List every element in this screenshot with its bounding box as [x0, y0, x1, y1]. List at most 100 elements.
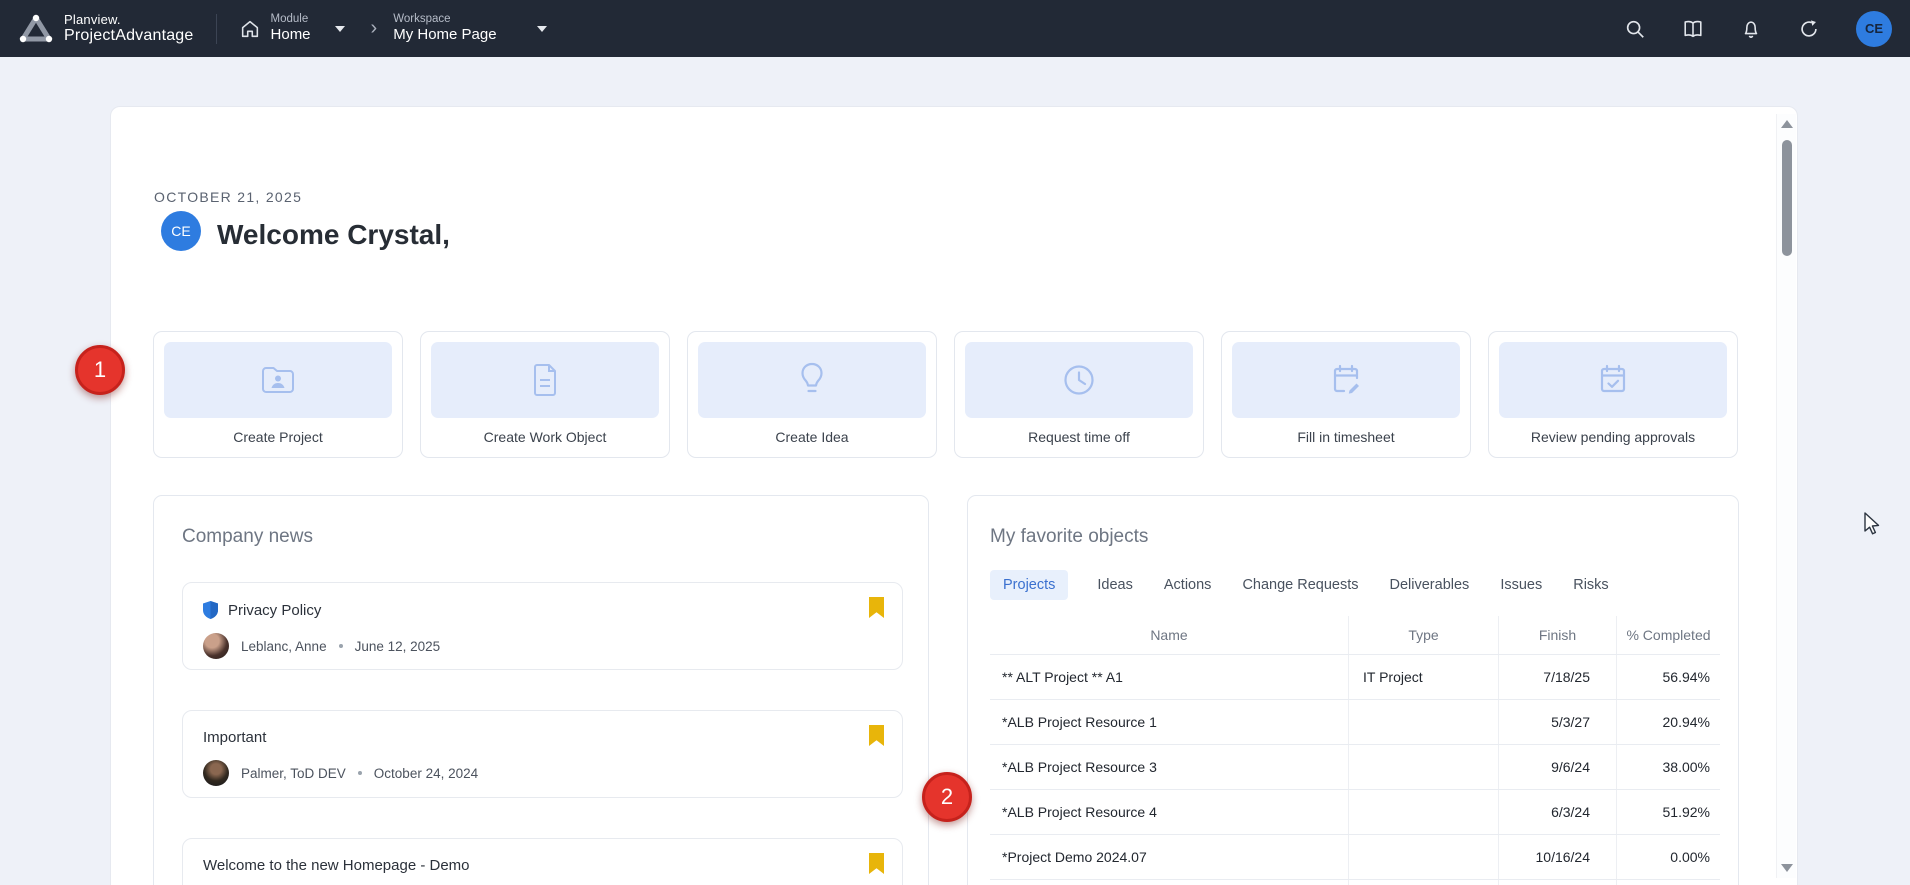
clock-icon: [1061, 362, 1097, 398]
quick-action-request-time-off[interactable]: Request time off: [954, 331, 1204, 458]
cell-finish: 9/6/24: [1498, 745, 1616, 789]
brand-name-line1: Planview.: [64, 13, 194, 27]
table-row[interactable]: *ALB Project Resource 1 5/3/27 20.94%: [990, 699, 1720, 744]
brand-name-line2: ProjectAdvantage: [64, 27, 194, 45]
book-icon[interactable]: [1682, 18, 1704, 40]
page-title: Welcome Crystal,: [217, 219, 450, 251]
favorites-title: My favorite objects: [990, 526, 1716, 548]
breadcrumb-separator-icon: ›: [371, 17, 378, 40]
cell-name[interactable]: *ALB Project Resource 3: [990, 745, 1348, 789]
tab-risks[interactable]: Risks: [1571, 570, 1610, 600]
search-icon[interactable]: [1624, 18, 1646, 40]
planview-logo[interactable]: Planview. ProjectAdvantage: [18, 13, 194, 45]
vertical-scrollbar[interactable]: [1776, 114, 1796, 878]
current-date: OCTOBER 21, 2025: [154, 189, 302, 205]
cell-name[interactable]: *ALB Project Resource 4: [990, 790, 1348, 834]
quick-action-create-work-object[interactable]: Create Work Object: [420, 331, 670, 458]
cell-type: Project 1: [1348, 880, 1498, 885]
planview-triangle-logo-icon: [18, 13, 54, 45]
bookmark-icon[interactable]: [869, 725, 884, 746]
cell-name[interactable]: Agile 02: [990, 880, 1348, 885]
cell-type: [1348, 835, 1498, 879]
tab-projects[interactable]: Projects: [990, 570, 1068, 600]
column-header-finish[interactable]: Finish: [1498, 616, 1616, 654]
cell-name[interactable]: *ALB Project Resource 1: [990, 700, 1348, 744]
news-item-author: Leblanc, Anne: [241, 639, 327, 654]
cell-name[interactable]: *Project Demo 2024.07: [990, 835, 1348, 879]
cell-finish: 6/3/24: [1498, 790, 1616, 834]
module-label: Module: [271, 13, 311, 26]
quick-action-label: Request time off: [965, 429, 1193, 445]
tab-actions[interactable]: Actions: [1162, 570, 1214, 600]
cell-type: [1348, 745, 1498, 789]
quick-action-create-idea[interactable]: Create Idea: [687, 331, 937, 458]
quick-action-label: Create Work Object: [431, 429, 659, 445]
quick-action-label: Review pending approvals: [1499, 429, 1727, 445]
topbar-divider: [216, 14, 217, 44]
table-row[interactable]: Agile 02 Project 1 8/2/24 10.13%: [990, 879, 1720, 885]
quick-action-fill-in-timesheet[interactable]: Fill in timesheet: [1221, 331, 1471, 458]
news-item-title: Welcome to the new Homepage - Demo: [203, 857, 470, 874]
scrollbar-thumb[interactable]: [1782, 140, 1792, 256]
tab-deliverables[interactable]: Deliverables: [1388, 570, 1472, 600]
meta-dot-separator: [339, 644, 343, 648]
news-item-date: June 12, 2025: [355, 639, 441, 654]
home-page-content-card: OCTOBER 21, 2025 CE Welcome Crystal, Cre…: [110, 106, 1798, 885]
mouse-cursor-icon: [1862, 512, 1886, 538]
workspace-value: My Home Page: [393, 26, 496, 43]
news-item-title: Important: [203, 729, 266, 746]
cell-type: [1348, 790, 1498, 834]
cell-completed: 38.00%: [1616, 745, 1720, 789]
news-item-author: Palmer, ToD DEV: [241, 766, 346, 781]
annotation-badge-1: 1: [75, 345, 125, 395]
user-avatar[interactable]: CE: [1856, 11, 1892, 47]
welcome-avatar: CE: [161, 211, 201, 251]
quick-action-create-project[interactable]: Create Project: [153, 331, 403, 458]
bookmark-icon[interactable]: [869, 853, 884, 874]
news-item-important[interactable]: Important Palmer, ToD DEV October 24, 20…: [182, 710, 903, 798]
quick-action-label: Fill in timesheet: [1232, 429, 1460, 445]
table-row[interactable]: *ALB Project Resource 3 9/6/24 38.00%: [990, 744, 1720, 789]
cell-type: [1348, 700, 1498, 744]
bookmark-icon[interactable]: [869, 597, 884, 618]
news-item-welcome-homepage[interactable]: Welcome to the new Homepage - Demo: [182, 838, 903, 885]
scroll-up-arrow-icon[interactable]: [1781, 120, 1793, 128]
home-icon: [239, 18, 261, 40]
document-icon: [529, 362, 561, 398]
column-header-completed[interactable]: % Completed: [1616, 616, 1720, 654]
cell-completed: 56.94%: [1616, 655, 1720, 699]
author-avatar: [203, 760, 229, 786]
cell-completed: 10.13%: [1616, 880, 1720, 885]
cell-finish: 7/18/25: [1498, 655, 1616, 699]
table-row[interactable]: *Project Demo 2024.07 10/16/24 0.00%: [990, 834, 1720, 879]
scroll-down-arrow-icon[interactable]: [1781, 864, 1793, 872]
cell-name[interactable]: ** ALT Project ** A1: [990, 655, 1348, 699]
column-header-type[interactable]: Type: [1348, 616, 1498, 654]
tab-ideas[interactable]: Ideas: [1095, 570, 1134, 600]
quick-action-review-pending-approvals[interactable]: Review pending approvals: [1488, 331, 1738, 458]
my-favorite-objects-panel: My favorite objects Projects Ideas Actio…: [967, 495, 1739, 885]
quick-action-label: Create Project: [164, 429, 392, 445]
refresh-icon[interactable]: [1798, 18, 1820, 40]
cell-type: IT Project: [1348, 655, 1498, 699]
cell-finish: 10/16/24: [1498, 835, 1616, 879]
favorites-tab-bar: Projects Ideas Actions Change Requests D…: [990, 570, 1716, 600]
calendar-check-icon: [1595, 362, 1631, 398]
cell-finish: 5/3/27: [1498, 700, 1616, 744]
company-news-panel: Company news Privacy Policy Leblanc, Ann…: [153, 495, 929, 885]
bell-icon[interactable]: [1740, 18, 1762, 40]
breadcrumb-module[interactable]: Module Home: [239, 13, 355, 43]
tab-issues[interactable]: Issues: [1498, 570, 1544, 600]
tab-change-requests[interactable]: Change Requests: [1240, 570, 1360, 600]
module-value: Home: [271, 26, 311, 43]
breadcrumb-workspace[interactable]: Workspace My Home Page: [393, 13, 556, 43]
column-header-name[interactable]: Name: [990, 616, 1348, 654]
table-row[interactable]: ** ALT Project ** A1 IT Project 7/18/25 …: [990, 654, 1720, 699]
company-news-title: Company news: [182, 526, 900, 548]
workspace-chevron-down-icon[interactable]: [537, 26, 547, 32]
news-item-privacy-policy[interactable]: Privacy Policy Leblanc, Anne June 12, 20…: [182, 582, 903, 670]
quick-action-label: Create Idea: [698, 429, 926, 445]
table-row[interactable]: *ALB Project Resource 4 6/3/24 51.92%: [990, 789, 1720, 834]
cell-completed: 0.00%: [1616, 835, 1720, 879]
module-chevron-down-icon[interactable]: [335, 26, 345, 32]
